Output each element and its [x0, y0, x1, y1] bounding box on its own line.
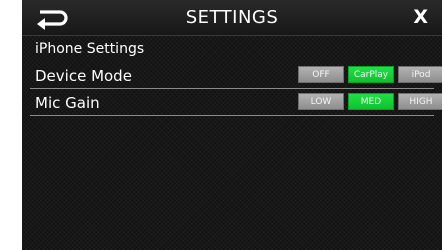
device-mode-off-button[interactable]: OFF	[298, 66, 344, 83]
device-mode-row: Device Mode OFF CarPlay iPod	[30, 64, 442, 90]
row-divider	[30, 115, 434, 116]
mic-gain-high-button[interactable]: HIGH	[398, 93, 442, 110]
page-title: SETTINGS	[185, 7, 279, 28]
title-bar: SETTINGS X	[22, 0, 442, 36]
close-button[interactable]: X	[413, 6, 428, 28]
row-divider	[30, 88, 434, 89]
mic-gain-row: Mic Gain LOW MED HIGH	[30, 91, 442, 117]
mic-gain-label: Mic Gain	[35, 94, 100, 112]
device-mode-ipod-button[interactable]: iPod	[398, 66, 442, 83]
section-header-iphone-settings: iPhone Settings	[35, 41, 145, 57]
mic-gain-low-button[interactable]: LOW	[298, 93, 344, 110]
device-mode-carplay-button[interactable]: CarPlay	[348, 66, 394, 83]
settings-screen: SETTINGS X iPhone Settings Device Mode O…	[22, 0, 442, 250]
mic-gain-med-button[interactable]: MED	[348, 93, 394, 110]
device-mode-label: Device Mode	[35, 67, 132, 85]
